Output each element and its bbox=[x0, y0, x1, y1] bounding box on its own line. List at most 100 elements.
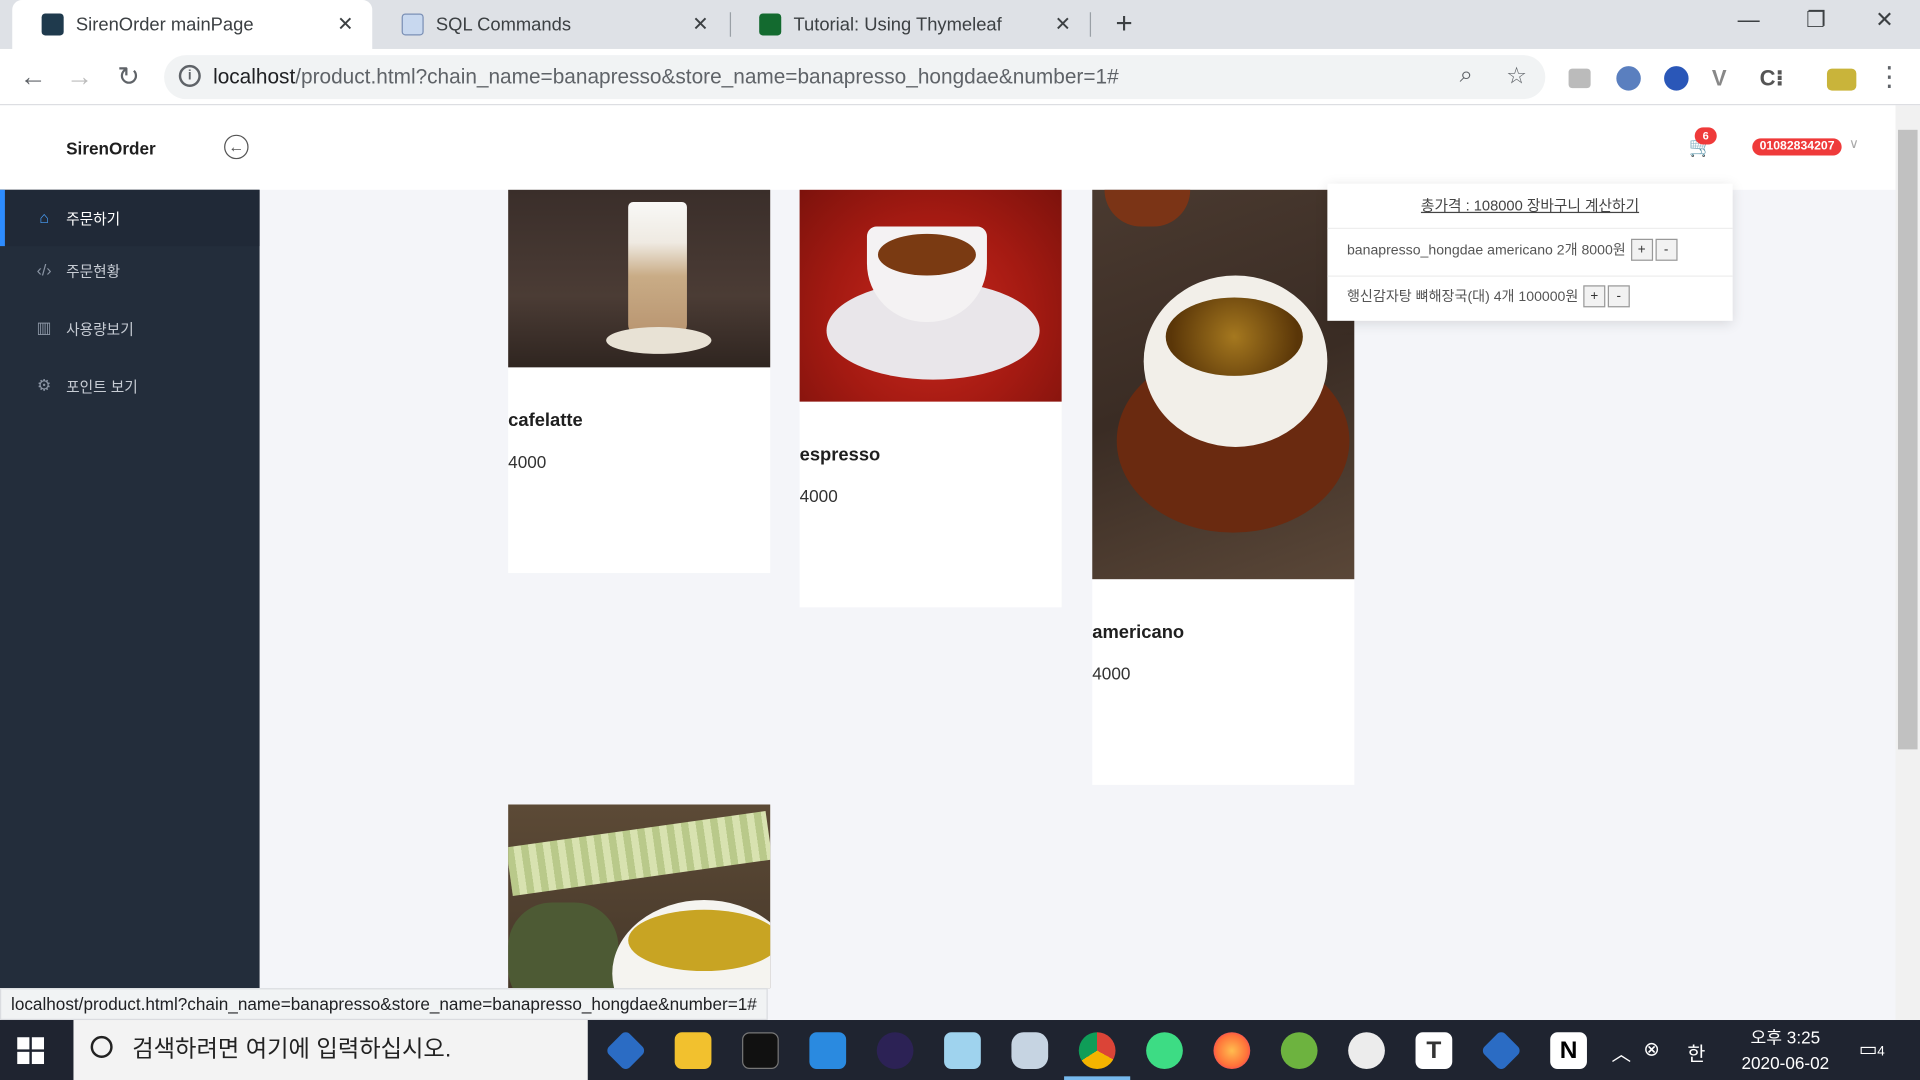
info-icon[interactable]: i bbox=[178, 64, 201, 87]
forward-arrow-icon[interactable]: → bbox=[64, 61, 96, 93]
sidebar: ⌂ 주문하기 ‹/› 주문현황 ▥ 사용량보기 ⚙ 포인트 보기 bbox=[0, 189, 260, 989]
star-icon[interactable]: ☆ bbox=[1506, 62, 1527, 90]
database-icon[interactable] bbox=[1011, 1032, 1049, 1069]
minimize-button[interactable]: — bbox=[1730, 7, 1767, 33]
quantity-plus-button[interactable]: + bbox=[1630, 238, 1653, 261]
product-card-espresso[interactable]: espresso 4000 bbox=[799, 189, 1062, 608]
tab-title: Tutorial: Using Thymeleaf bbox=[793, 14, 1002, 35]
sidebar-item-order[interactable]: ⌂ 주문하기 bbox=[0, 189, 260, 247]
close-circle-icon[interactable]: ⊗ bbox=[1643, 1037, 1659, 1061]
status-url-bubble: localhost/product.html?chain_name=banapr… bbox=[0, 988, 768, 1021]
gear-icon: ⚙ bbox=[36, 375, 52, 395]
address-bar: ← → ↻ i localhost/product.html?chain_nam… bbox=[0, 48, 1920, 106]
notion-icon[interactable]: N bbox=[1550, 1032, 1587, 1069]
product-name: cafelatte bbox=[508, 410, 583, 432]
url-field[interactable]: i localhost/product.html?chain_name=bana… bbox=[164, 55, 1546, 100]
product-card-tea[interactable] bbox=[508, 804, 771, 989]
close-icon[interactable]: ✕ bbox=[1051, 12, 1075, 36]
tab-sirenorder[interactable]: SirenOrder mainPage ✕ bbox=[12, 0, 373, 49]
brand-logo[interactable]: SirenOrder bbox=[66, 138, 156, 158]
product-image[interactable] bbox=[508, 804, 771, 989]
chevron-up-icon[interactable]: ︿ bbox=[1611, 1037, 1631, 1066]
new-tab-button[interactable]: + bbox=[1109, 7, 1138, 41]
sidebar-item-order-status[interactable]: ‹/› 주문현황 bbox=[0, 242, 260, 298]
firefox-icon[interactable] bbox=[1213, 1032, 1251, 1069]
android-studio-icon[interactable] bbox=[1146, 1032, 1183, 1069]
extension-icon[interactable] bbox=[1664, 66, 1689, 91]
menu-icon[interactable]: ⋮ bbox=[1873, 61, 1905, 93]
extension-icon[interactable] bbox=[1568, 68, 1591, 89]
app-viewport: SirenOrder ← 🛒 6 01082834207 ∨ ⌂ 주문하기 ‹/… bbox=[0, 105, 1896, 989]
sidebar-item-points[interactable]: ⚙ 포인트 보기 bbox=[0, 358, 260, 414]
chrome-icon[interactable] bbox=[1078, 1032, 1116, 1069]
cart-item-text: banapresso_hongdae americano 2개 8000원 bbox=[1346, 243, 1626, 259]
sourcetree-icon[interactable] bbox=[604, 1029, 647, 1072]
cart-checkout-link[interactable]: 총가격 : 108000 장바구니 계산하기 bbox=[1327, 184, 1733, 229]
back-arrow-icon[interactable]: ← bbox=[17, 61, 49, 93]
sidebar-item-usage[interactable]: ▥ 사용량보기 bbox=[0, 300, 260, 356]
vue-extension-icon[interactable]: V bbox=[1712, 66, 1736, 90]
sidebar-item-label: 주문현황 bbox=[66, 262, 121, 280]
windows-start-icon[interactable] bbox=[17, 1037, 45, 1065]
reload-icon[interactable]: ↻ bbox=[113, 61, 145, 93]
typora-icon[interactable]: T bbox=[1415, 1032, 1453, 1069]
product-name: espresso bbox=[799, 444, 881, 466]
file-explorer-icon[interactable] bbox=[674, 1032, 712, 1069]
product-card-cafelatte[interactable]: cafelatte 4000 bbox=[508, 189, 771, 574]
cart-item-text: 행신감자탕 뼈해장국(대) 4개 100000원 bbox=[1346, 290, 1579, 305]
chart-icon: ▥ bbox=[36, 318, 52, 337]
sourcetree-icon[interactable] bbox=[1480, 1029, 1523, 1072]
app-header: SirenOrder ← 🛒 6 01082834207 ∨ bbox=[0, 105, 1896, 190]
profile-avatar[interactable] bbox=[1826, 68, 1857, 91]
vscode-icon[interactable] bbox=[809, 1032, 847, 1069]
cart-item: 행신감자탕 뼈해장국(대) 4개 100000원 + - bbox=[1346, 285, 1630, 308]
extension-icon[interactable] bbox=[1616, 66, 1641, 91]
windows-taskbar: 검색하려면 여기에 입력하십시오. T N ︿ ⊗ 한 오후 3:25 2020… bbox=[0, 1020, 1920, 1080]
browser-tab-bar: SirenOrder mainPage ✕ SQL Commands ✕ Tut… bbox=[0, 0, 1920, 49]
sidebar-item-label: 주문하기 bbox=[66, 210, 121, 228]
product-card-americano[interactable]: americano 4000 bbox=[1092, 189, 1355, 785]
close-icon[interactable]: ✕ bbox=[333, 12, 357, 36]
spring-icon[interactable] bbox=[1280, 1032, 1318, 1069]
product-image[interactable] bbox=[799, 189, 1062, 402]
code-icon: ‹/› bbox=[36, 260, 52, 280]
close-icon[interactable]: ✕ bbox=[688, 12, 712, 36]
notification-icon[interactable]: ▭4 bbox=[1859, 1037, 1885, 1061]
product-price: 4000 bbox=[508, 451, 547, 472]
product-name: americano bbox=[1092, 622, 1185, 643]
tab-sql-commands[interactable]: SQL Commands ✕ bbox=[372, 0, 727, 49]
leaf-icon bbox=[41, 13, 64, 36]
cart-dropdown: 총가격 : 108000 장바구니 계산하기 banapresso_hongda… bbox=[1327, 183, 1733, 321]
thymeleaf-icon bbox=[759, 13, 782, 36]
terminal-icon[interactable] bbox=[742, 1032, 779, 1069]
user-phone-badge[interactable]: 01082834207 bbox=[1752, 138, 1842, 156]
extension-icon[interactable]: C⁝ bbox=[1760, 66, 1784, 90]
product-price: 4000 bbox=[799, 486, 838, 506]
search-icon bbox=[90, 1035, 113, 1058]
quantity-minus-button[interactable]: - bbox=[1607, 285, 1630, 308]
page-icon bbox=[401, 13, 424, 36]
tab-title: SirenOrder mainPage bbox=[75, 14, 254, 35]
chevron-down-icon[interactable]: ∨ bbox=[1849, 136, 1859, 152]
back-circle-icon[interactable]: ← bbox=[224, 134, 249, 160]
tab-thymeleaf[interactable]: Tutorial: Using Thymeleaf ✕ bbox=[730, 0, 1090, 49]
zoom-icon[interactable]: ⌕ bbox=[1460, 62, 1473, 89]
ime-indicator[interactable]: 한 bbox=[1687, 1037, 1705, 1066]
home-icon: ⌂ bbox=[39, 208, 49, 227]
eclipse-icon[interactable] bbox=[876, 1032, 914, 1069]
quantity-minus-button[interactable]: - bbox=[1655, 238, 1678, 261]
cart-count-badge: 6 bbox=[1694, 127, 1717, 145]
notepad-icon[interactable] bbox=[944, 1032, 981, 1069]
product-image[interactable] bbox=[508, 189, 771, 368]
product-image[interactable] bbox=[1092, 189, 1355, 580]
scrollbar-thumb[interactable] bbox=[1897, 129, 1918, 750]
url-text: localhost/product.html?chain_name=banapr… bbox=[213, 64, 1119, 89]
tab-title: SQL Commands bbox=[435, 14, 572, 35]
taskbar-search-input[interactable]: 검색하려면 여기에 입력하십시오. bbox=[73, 1020, 588, 1080]
sidebar-item-label: 사용량보기 bbox=[66, 320, 134, 338]
quantity-plus-button[interactable]: + bbox=[1583, 285, 1606, 308]
system-clock[interactable]: 오후 3:25 2020-06-02 bbox=[1731, 1025, 1839, 1076]
restore-button[interactable]: ❐ bbox=[1798, 7, 1835, 33]
paint-icon[interactable] bbox=[1348, 1032, 1385, 1069]
window-close-button[interactable]: ✕ bbox=[1866, 7, 1903, 33]
